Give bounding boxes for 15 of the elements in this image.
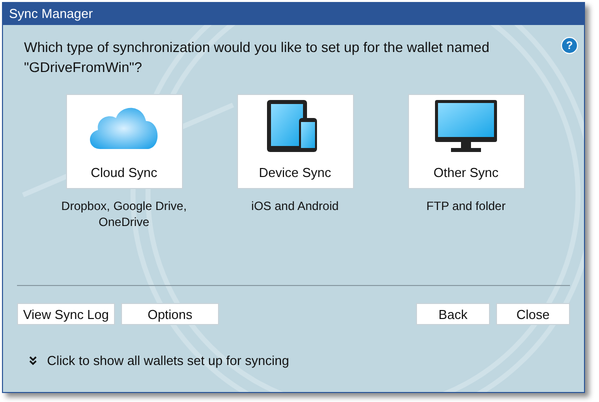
sync-type-description: Dropbox, Google Drive, OneDrive	[60, 198, 188, 230]
monitor-icon	[434, 98, 498, 154]
sync-type-description: iOS and Android	[250, 198, 340, 214]
question-text: Which type of synchronization would you like to set up for the wallet named "GDriveFromWin"?	[24, 38, 490, 77]
sync-type-button[interactable]: Cloud Sync	[66, 94, 182, 189]
dialog-button[interactable]: Close	[496, 303, 570, 325]
sync-type-button[interactable]: Other Sync	[408, 94, 524, 189]
window-title: Sync Manager	[3, 3, 584, 25]
dialog-button[interactable]: Back	[416, 303, 490, 325]
sync-type-button[interactable]: Device Sync	[236, 94, 354, 189]
dialog-button[interactable]: View Sync Log	[17, 303, 115, 325]
dialog-button[interactable]: Options	[121, 303, 219, 325]
sync-type-description: FTP and folder	[425, 198, 507, 214]
help-icon[interactable]: ?	[561, 37, 578, 54]
show-wallets-link[interactable]: Click to show all wallets set up for syncing	[29, 353, 290, 368]
